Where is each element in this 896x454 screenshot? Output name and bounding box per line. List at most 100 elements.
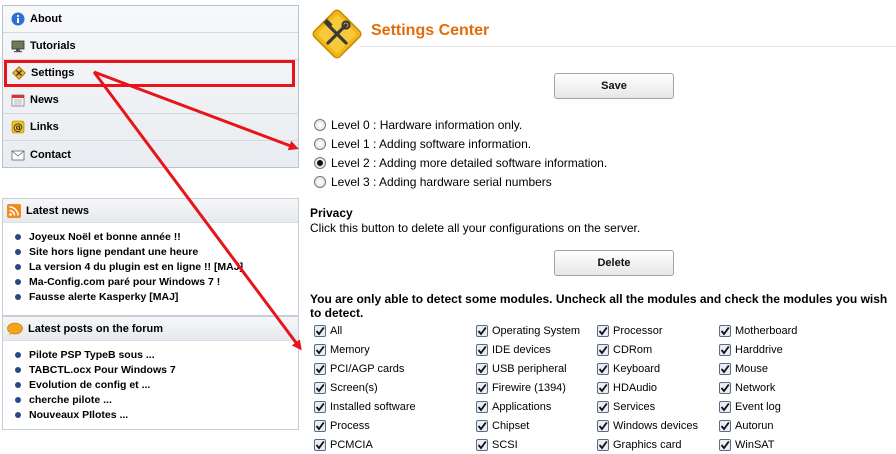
- module-all-checkbox[interactable]: [314, 325, 326, 337]
- module-applications[interactable]: Applications: [476, 401, 551, 413]
- forum-header: Latest posts on the forum: [3, 317, 298, 341]
- module-services-checkbox[interactable]: [597, 401, 609, 413]
- module-operating-system-checkbox[interactable]: [476, 325, 488, 337]
- module-label: Harddrive: [735, 344, 783, 356]
- latest-news-title: Latest news: [26, 204, 89, 217]
- module-keyboard-checkbox[interactable]: [597, 363, 609, 375]
- module-hdaudio[interactable]: HDAudio: [597, 382, 657, 394]
- level-0-option[interactable]: Level 0 : Hardware information only.: [314, 118, 522, 132]
- module-hdaudio-checkbox[interactable]: [597, 382, 609, 394]
- module-usb-peripheral-checkbox[interactable]: [476, 363, 488, 375]
- sidebar-item-settings[interactable]: Settings: [4, 60, 295, 87]
- module-pci-agp-cards[interactable]: PCI/AGP cards: [314, 363, 404, 375]
- module-screen-s-checkbox[interactable]: [314, 382, 326, 394]
- news-item[interactable]: Fausse alerte Kasperky [MAJ]: [15, 289, 298, 304]
- level-1-option[interactable]: Level 1 : Adding software information.: [314, 137, 531, 151]
- level-0-radio[interactable]: [314, 119, 326, 131]
- module-harddrive-checkbox[interactable]: [719, 344, 731, 356]
- module-pci-agp-cards-checkbox[interactable]: [314, 363, 326, 375]
- sidebar-item-about[interactable]: About: [3, 6, 298, 33]
- module-all[interactable]: All: [314, 325, 342, 337]
- module-memory-checkbox[interactable]: [314, 344, 326, 356]
- module-event-log[interactable]: Event log: [719, 401, 781, 413]
- module-winsat[interactable]: WinSAT: [719, 439, 775, 451]
- module-chipset-checkbox[interactable]: [476, 420, 488, 432]
- module-firewire-1394-checkbox[interactable]: [476, 382, 488, 394]
- module-event-log-checkbox[interactable]: [719, 401, 731, 413]
- module-processor[interactable]: Processor: [597, 325, 663, 337]
- forum-item[interactable]: Pilote PSP TypeB sous ...: [15, 347, 298, 362]
- news-item[interactable]: La version 4 du plugin est en ligne !! […: [15, 259, 298, 274]
- sidebar-item-label: Tutorials: [30, 40, 76, 52]
- module-label: USB peripheral: [492, 363, 567, 375]
- module-usb-peripheral[interactable]: USB peripheral: [476, 363, 567, 375]
- level-2-radio[interactable]: [314, 157, 326, 169]
- module-label: Motherboard: [735, 325, 798, 337]
- module-mouse-checkbox[interactable]: [719, 363, 731, 375]
- forum-title: Latest posts on the forum: [28, 322, 164, 335]
- module-scsi-checkbox[interactable]: [476, 439, 488, 451]
- level-2-option[interactable]: Level 2 : Adding more detailed software …: [314, 156, 607, 170]
- level-3-radio[interactable]: [314, 176, 326, 188]
- module-graphics-card[interactable]: Graphics card: [597, 439, 681, 451]
- module-memory[interactable]: Memory: [314, 344, 370, 356]
- module-screen-s[interactable]: Screen(s): [314, 382, 378, 394]
- level-3-option[interactable]: Level 3 : Adding hardware serial numbers: [314, 175, 552, 189]
- module-processor-checkbox[interactable]: [597, 325, 609, 337]
- module-operating-system[interactable]: Operating System: [476, 325, 580, 337]
- forum-item[interactable]: cherche pilote ...: [15, 392, 298, 407]
- forum-panel: Latest posts on the forum Pilote PSP Typ…: [2, 316, 299, 430]
- sidebar-item-links[interactable]: @ Links: [3, 114, 298, 141]
- news-item[interactable]: Joyeux Noël et bonne année !!: [15, 229, 298, 244]
- module-label: Graphics card: [613, 439, 682, 451]
- bullet-icon: [15, 366, 21, 373]
- module-harddrive[interactable]: Harddrive: [719, 344, 783, 356]
- module-network[interactable]: Network: [719, 382, 775, 394]
- sidebar-item-contact[interactable]: Contact: [3, 141, 298, 168]
- module-ide-devices[interactable]: IDE devices: [476, 344, 551, 356]
- module-winsat-checkbox[interactable]: [719, 439, 731, 451]
- module-mouse[interactable]: Mouse: [719, 363, 768, 375]
- module-firewire-1394[interactable]: Firewire (1394): [476, 382, 566, 394]
- module-cdrom-checkbox[interactable]: [597, 344, 609, 356]
- module-pcmcia-checkbox[interactable]: [314, 439, 326, 451]
- module-autorun-checkbox[interactable]: [719, 420, 731, 432]
- sidebar-item-news[interactable]: News: [3, 87, 298, 114]
- news-item[interactable]: Ma-Config.com paré pour Windows 7 !: [15, 274, 298, 289]
- module-label: Autorun: [735, 420, 774, 432]
- modules-intro: You are only able to detect some modules…: [310, 292, 888, 320]
- module-label: PCI/AGP cards: [330, 363, 405, 375]
- module-windows-devices-checkbox[interactable]: [597, 420, 609, 432]
- level-1-radio[interactable]: [314, 138, 326, 150]
- module-ide-devices-checkbox[interactable]: [476, 344, 488, 356]
- module-label: SCSI: [492, 439, 518, 451]
- module-cdrom[interactable]: CDRom: [597, 344, 652, 356]
- module-label: Mouse: [735, 363, 769, 375]
- delete-button[interactable]: Delete: [554, 250, 674, 276]
- module-scsi[interactable]: SCSI: [476, 439, 518, 451]
- news-item[interactable]: Site hors ligne pendant une heure: [15, 244, 298, 259]
- module-motherboard[interactable]: Motherboard: [719, 325, 797, 337]
- module-label: IDE devices: [492, 344, 551, 356]
- module-motherboard-checkbox[interactable]: [719, 325, 731, 337]
- module-process[interactable]: Process: [314, 420, 370, 432]
- module-windows-devices[interactable]: Windows devices: [597, 420, 698, 432]
- save-button[interactable]: Save: [554, 73, 674, 99]
- module-network-checkbox[interactable]: [719, 382, 731, 394]
- forum-item[interactable]: Evolution de config et ...: [15, 377, 298, 392]
- module-autorun[interactable]: Autorun: [719, 420, 774, 432]
- module-applications-checkbox[interactable]: [476, 401, 488, 413]
- module-process-checkbox[interactable]: [314, 420, 326, 432]
- module-keyboard[interactable]: Keyboard: [597, 363, 660, 375]
- sidebar-item-tutorials[interactable]: Tutorials: [3, 33, 298, 60]
- module-pcmcia[interactable]: PCMCIA: [314, 439, 373, 451]
- forum-item[interactable]: Nouveaux PIlotes ...: [15, 407, 298, 422]
- module-label: Keyboard: [613, 363, 661, 375]
- forum-item[interactable]: TABCTL.ocx Pour Windows 7: [15, 362, 298, 377]
- module-chipset[interactable]: Chipset: [476, 420, 529, 432]
- module-installed-software-checkbox[interactable]: [314, 401, 326, 413]
- module-graphics-card-checkbox[interactable]: [597, 439, 609, 451]
- module-services[interactable]: Services: [597, 401, 655, 413]
- module-label: Operating System: [492, 325, 581, 337]
- module-installed-software[interactable]: Installed software: [314, 401, 416, 413]
